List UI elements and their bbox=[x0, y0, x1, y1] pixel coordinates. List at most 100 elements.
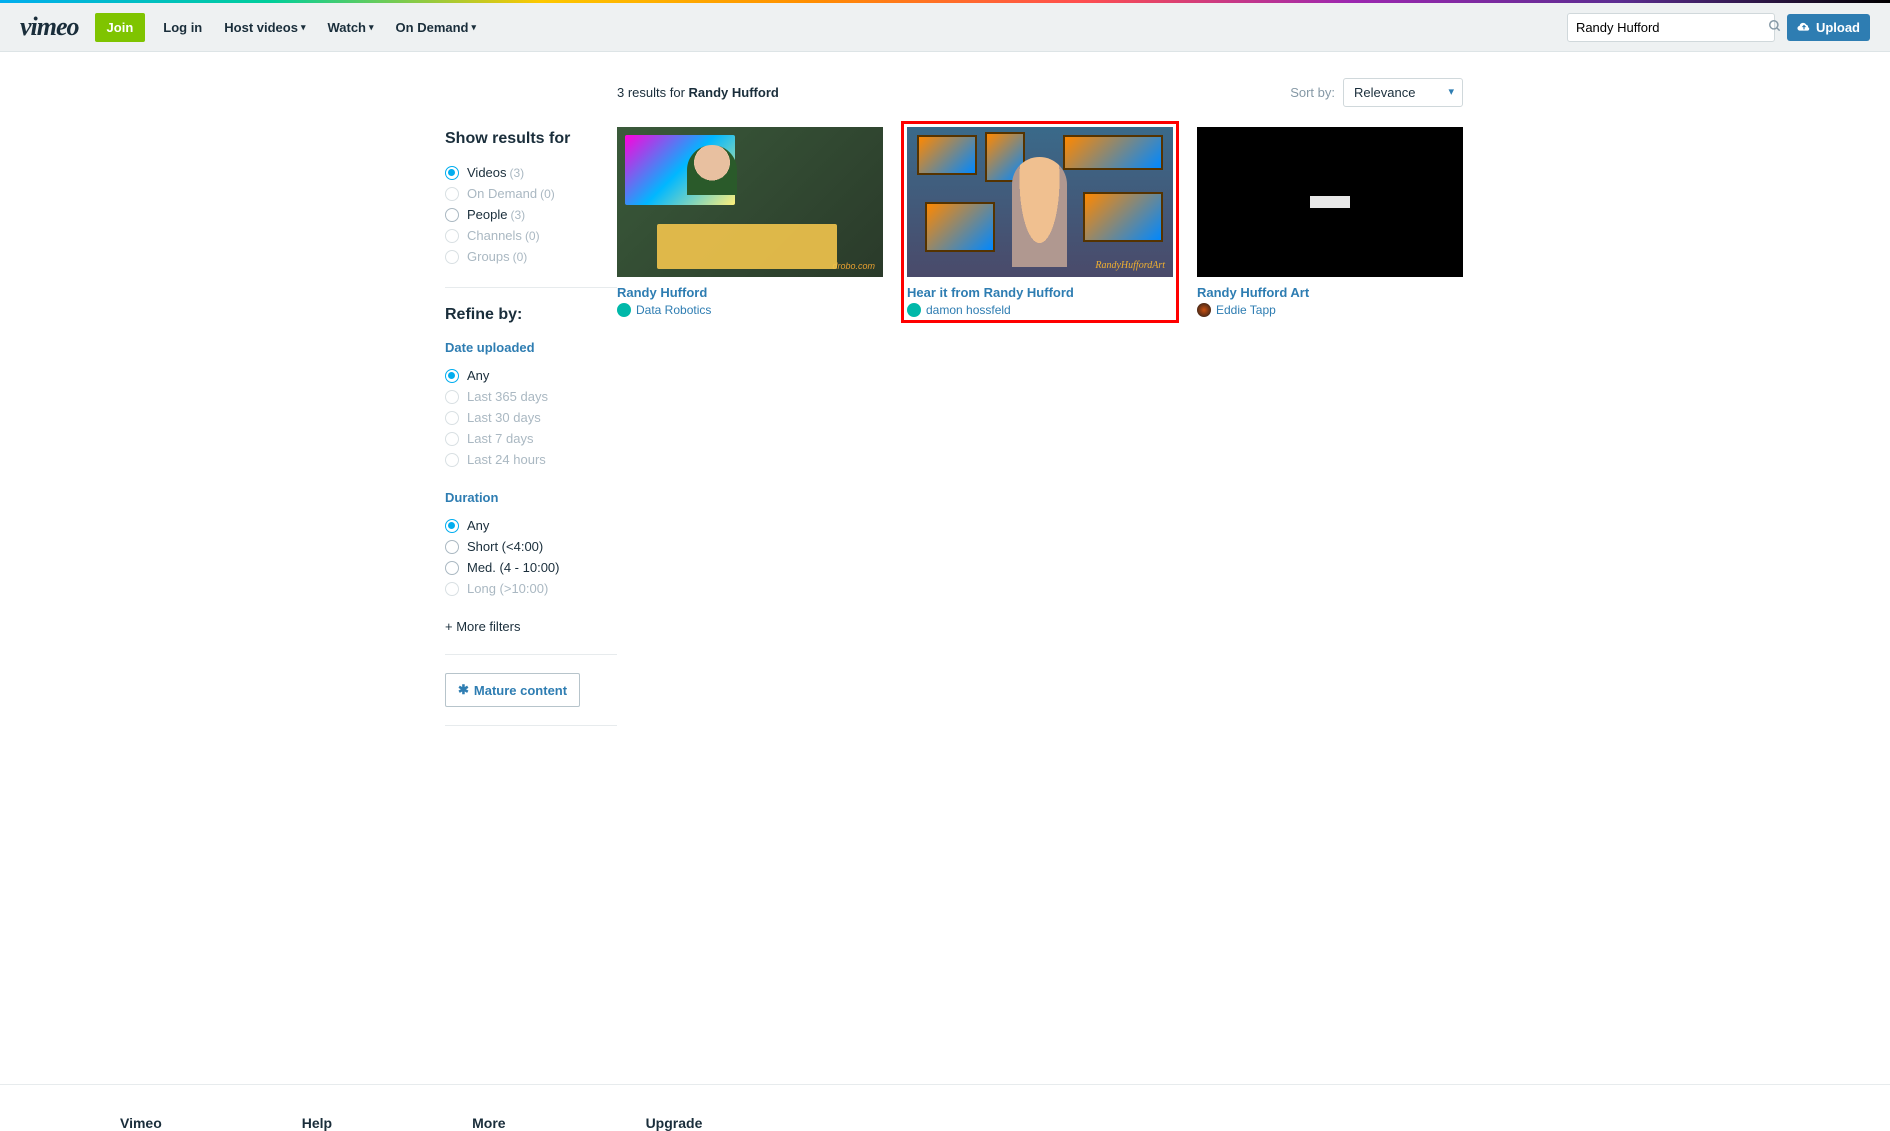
filter-label: Long (>10:00) bbox=[467, 581, 548, 596]
chevron-down-icon: ▾ bbox=[301, 22, 306, 33]
filter-label: Any bbox=[467, 368, 489, 383]
radio-icon bbox=[445, 519, 459, 533]
video-grid: drobo.com Randy Hufford Data Robotics Ra… bbox=[617, 127, 1463, 323]
video-thumbnail[interactable]: drobo.com bbox=[617, 127, 883, 277]
filter-option[interactable]: Videos(3) bbox=[445, 162, 617, 183]
search-icon[interactable] bbox=[1760, 15, 1790, 40]
gear-icon: ✱ bbox=[458, 682, 469, 698]
filter-option: Long (>10:00) bbox=[445, 578, 617, 599]
filter-option: Last 7 days bbox=[445, 428, 617, 449]
results-count-text: 3 results for Randy Hufford bbox=[617, 85, 779, 100]
filter-count: (3) bbox=[510, 208, 525, 222]
video-title[interactable]: Hear it from Randy Hufford bbox=[907, 285, 1173, 300]
upload-label: Upload bbox=[1816, 20, 1860, 35]
footer-heading[interactable]: Upgrade bbox=[646, 1115, 703, 1131]
footer-heading[interactable]: Vimeo bbox=[120, 1115, 162, 1131]
search-box bbox=[1567, 13, 1775, 42]
divider bbox=[445, 725, 617, 726]
video-title[interactable]: Randy Hufford Art bbox=[1197, 285, 1463, 300]
nav-label: Host videos bbox=[224, 20, 298, 35]
video-card[interactable]: drobo.com Randy Hufford Data Robotics bbox=[617, 127, 883, 323]
footer: Vimeo Help More Upgrade bbox=[0, 1084, 1890, 1131]
upload-button[interactable]: Upload bbox=[1787, 14, 1870, 41]
video-card[interactable]: Randy Hufford Art Eddie Tapp bbox=[1197, 127, 1463, 323]
main-header: vimeo Join Log in Host videos▾ Watch▾ On… bbox=[0, 3, 1890, 52]
filter-label: Last 24 hours bbox=[467, 452, 546, 467]
chevron-down-icon: ▾ bbox=[369, 22, 374, 33]
filter-option: On Demand(0) bbox=[445, 183, 617, 204]
login-link[interactable]: Log in bbox=[163, 20, 202, 35]
radio-icon bbox=[445, 229, 459, 243]
filter-option: Last 30 days bbox=[445, 407, 617, 428]
sort-dropdown[interactable]: Relevance bbox=[1343, 78, 1463, 107]
duration-list: Any Short (<4:00)Med. (4 - 10:00) Long (>1… bbox=[445, 515, 617, 599]
radio-icon bbox=[445, 369, 459, 383]
video-uploader[interactable]: Data Robotics bbox=[617, 303, 883, 317]
filter-label: Videos bbox=[467, 165, 507, 180]
filter-option[interactable]: Med. (4 - 10:00) bbox=[445, 557, 617, 578]
filter-option[interactable]: People(3) bbox=[445, 204, 617, 225]
divider bbox=[445, 287, 617, 288]
radio-icon bbox=[445, 582, 459, 596]
video-thumbnail[interactable] bbox=[1197, 127, 1463, 277]
radio-icon bbox=[445, 390, 459, 404]
nav-watch[interactable]: Watch▾ bbox=[327, 20, 373, 35]
footer-heading[interactable]: Help bbox=[302, 1115, 332, 1131]
vimeo-logo[interactable]: vimeo bbox=[20, 12, 79, 42]
join-button[interactable]: Join bbox=[95, 13, 146, 42]
filter-option: Last 24 hours bbox=[445, 449, 617, 470]
video-thumbnail[interactable]: RandyHuffordArt bbox=[907, 127, 1173, 277]
date-uploaded-heading: Date uploaded bbox=[445, 340, 617, 355]
filter-label: Last 365 days bbox=[467, 389, 548, 404]
more-filters-link[interactable]: + More filters bbox=[445, 619, 617, 634]
radio-icon bbox=[445, 208, 459, 222]
filter-option: Channels(0) bbox=[445, 225, 617, 246]
radio-icon bbox=[445, 411, 459, 425]
show-results-heading: Show results for bbox=[445, 130, 617, 148]
filter-option: Groups(0) bbox=[445, 246, 617, 267]
filter-label: Last 30 days bbox=[467, 410, 541, 425]
video-title[interactable]: Randy Hufford bbox=[617, 285, 883, 300]
radio-icon bbox=[445, 453, 459, 467]
sort-by-label: Sort by: bbox=[1290, 85, 1335, 100]
mature-content-button[interactable]: ✱ Mature content bbox=[445, 673, 580, 707]
radio-icon bbox=[445, 540, 459, 554]
results-bar: 3 results for Randy Hufford Sort by: Rel… bbox=[617, 78, 1463, 107]
filter-count: (0) bbox=[513, 250, 528, 264]
radio-icon bbox=[445, 187, 459, 201]
filter-label: People bbox=[467, 207, 507, 222]
divider bbox=[445, 654, 617, 655]
chevron-down-icon: ▾ bbox=[472, 22, 477, 33]
nav-on-demand[interactable]: On Demand▾ bbox=[396, 20, 477, 35]
mature-label: Mature content bbox=[474, 683, 567, 698]
results-content: 3 results for Randy Hufford Sort by: Rel… bbox=[617, 78, 1463, 744]
date-uploaded-list: Any Last 365 days Last 30 days Last 7 days L… bbox=[445, 365, 617, 470]
filter-count: (3) bbox=[510, 166, 525, 180]
filter-option[interactable]: Short (<4:00) bbox=[445, 536, 617, 557]
filter-label: On Demand bbox=[467, 186, 537, 201]
video-uploader[interactable]: damon hossfeld bbox=[907, 303, 1173, 317]
search-input[interactable] bbox=[1568, 14, 1760, 41]
filter-label: Any bbox=[467, 518, 489, 533]
user-avatar-icon bbox=[617, 303, 631, 317]
filters-sidebar: Show results for Videos(3)On Demand(0)Pe… bbox=[445, 78, 617, 744]
footer-heading[interactable]: More bbox=[472, 1115, 505, 1131]
video-card-highlighted[interactable]: RandyHuffordArt Hear it from Randy Huffo… bbox=[901, 121, 1179, 323]
filter-option[interactable]: Any bbox=[445, 515, 617, 536]
radio-icon bbox=[445, 561, 459, 575]
video-uploader[interactable]: Eddie Tapp bbox=[1197, 303, 1463, 317]
radio-icon bbox=[445, 432, 459, 446]
filter-option[interactable]: Any bbox=[445, 365, 617, 386]
user-avatar-icon bbox=[1197, 303, 1211, 317]
refine-heading: Refine by: bbox=[445, 306, 617, 324]
filter-count: (0) bbox=[540, 187, 555, 201]
nav-host-videos[interactable]: Host videos▾ bbox=[224, 20, 305, 35]
duration-heading: Duration bbox=[445, 490, 617, 505]
filter-label: Last 7 days bbox=[467, 431, 534, 446]
filter-option: Last 365 days bbox=[445, 386, 617, 407]
filter-label: Groups bbox=[467, 249, 510, 264]
radio-icon bbox=[445, 250, 459, 264]
user-avatar-icon bbox=[907, 303, 921, 317]
radio-icon bbox=[445, 166, 459, 180]
nav-label: Watch bbox=[327, 20, 366, 35]
